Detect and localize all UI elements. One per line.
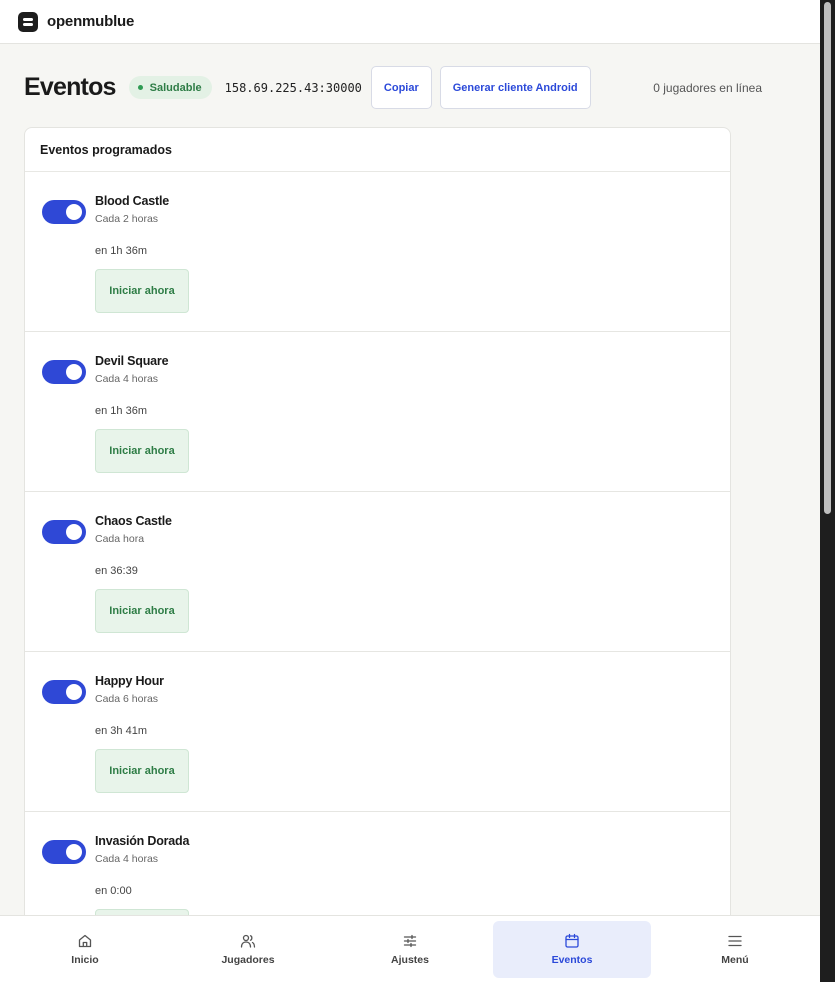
online-players-count: 0 jugadores en línea [653, 80, 762, 95]
event-frequency: Cada 6 horas [95, 693, 159, 705]
nav-item-inicio[interactable]: Inicio [6, 921, 164, 978]
generate-android-client-button[interactable]: Generar cliente Android [439, 66, 591, 109]
nav-label: Menú [721, 954, 749, 966]
event-next-run: en 1h 36m [95, 245, 147, 257]
toggle-knob [66, 844, 82, 860]
event-toggle[interactable] [42, 520, 86, 544]
event-frequency: Cada 2 horas [95, 213, 159, 225]
scrollbar-thumb[interactable] [824, 2, 831, 514]
page-title: Eventos [24, 73, 116, 101]
nav-item-jugadores[interactable]: Jugadores [169, 921, 327, 978]
calendar-icon [565, 933, 579, 948]
status-badge: Saludable [128, 76, 212, 99]
start-now-button[interactable]: Iniciar ahora [95, 749, 189, 793]
home-icon [78, 934, 92, 948]
event-name: Devil Square [95, 354, 169, 368]
nav-label: Eventos [551, 954, 593, 966]
nav-label: Inicio [71, 954, 99, 966]
sliders-icon [403, 934, 417, 948]
event-row: Chaos Castle Cada hora en 36:39 Iniciar … [25, 492, 730, 652]
card-title: Eventos programados [25, 128, 730, 172]
nav-item-eventos[interactable]: Eventos [493, 921, 651, 978]
app-root: openmublue Eventos Saludable 158.69.225.… [0, 0, 835, 982]
nav-item-menu[interactable]: Menú [656, 921, 814, 978]
start-now-button[interactable]: Iniciar ahora [95, 269, 189, 313]
event-next-run: en 1h 36m [95, 405, 147, 417]
page-header: Eventos Saludable 158.69.225.43:30000 Co… [24, 66, 794, 109]
server-address: 158.69.225.43:30000 [224, 80, 362, 95]
event-frequency: Cada 4 horas [95, 373, 159, 385]
start-now-button[interactable]: Iniciar ahora [95, 589, 189, 633]
event-toggle[interactable] [42, 840, 86, 864]
event-next-run: en 3h 41m [95, 725, 147, 737]
scheduled-events-card: Eventos programados Blood Castle Cada 2 … [24, 127, 731, 927]
copy-button[interactable]: Copiar [370, 66, 432, 109]
event-row: Blood Castle Cada 2 horas en 1h 36m Inic… [25, 172, 730, 332]
toggle-knob [66, 524, 82, 540]
brand-name: openmublue [47, 13, 135, 30]
toggle-knob [66, 364, 82, 380]
event-frequency: Cada 4 horas [95, 853, 159, 865]
event-next-run: en 36:39 [95, 565, 138, 577]
event-name: Invasión Dorada [95, 834, 190, 848]
users-icon [240, 934, 256, 948]
logo-icon [18, 11, 38, 32]
event-row: Devil Square Cada 4 horas en 1h 36m Inic… [25, 332, 730, 492]
top-bar: openmublue [0, 0, 820, 44]
toggle-knob [66, 204, 82, 220]
event-name: Happy Hour [95, 674, 164, 688]
event-row: Invasión Dorada Cada 4 horas en 0:00 Ini… [25, 812, 730, 926]
event-row: Happy Hour Cada 6 horas en 3h 41m Inicia… [25, 652, 730, 812]
status-dot-icon [137, 85, 143, 90]
nav-item-ajustes[interactable]: Ajustes [331, 921, 489, 978]
menu-icon [728, 935, 742, 947]
event-toggle[interactable] [42, 680, 86, 704]
event-toggle[interactable] [42, 200, 86, 224]
event-toggle[interactable] [42, 360, 86, 384]
event-name: Blood Castle [95, 194, 169, 208]
event-name: Chaos Castle [95, 514, 172, 528]
nav-label: Jugadores [221, 954, 275, 966]
toggle-knob [66, 684, 82, 700]
bottom-nav: Inicio Jugadores Ajustes Eventos Menú [0, 915, 820, 982]
status-badge-label: Saludable [149, 81, 202, 94]
start-now-button[interactable]: Iniciar ahora [95, 429, 189, 473]
event-next-run: en 0:00 [95, 885, 132, 897]
nav-label: Ajustes [391, 954, 429, 966]
event-frequency: Cada hora [95, 533, 145, 545]
